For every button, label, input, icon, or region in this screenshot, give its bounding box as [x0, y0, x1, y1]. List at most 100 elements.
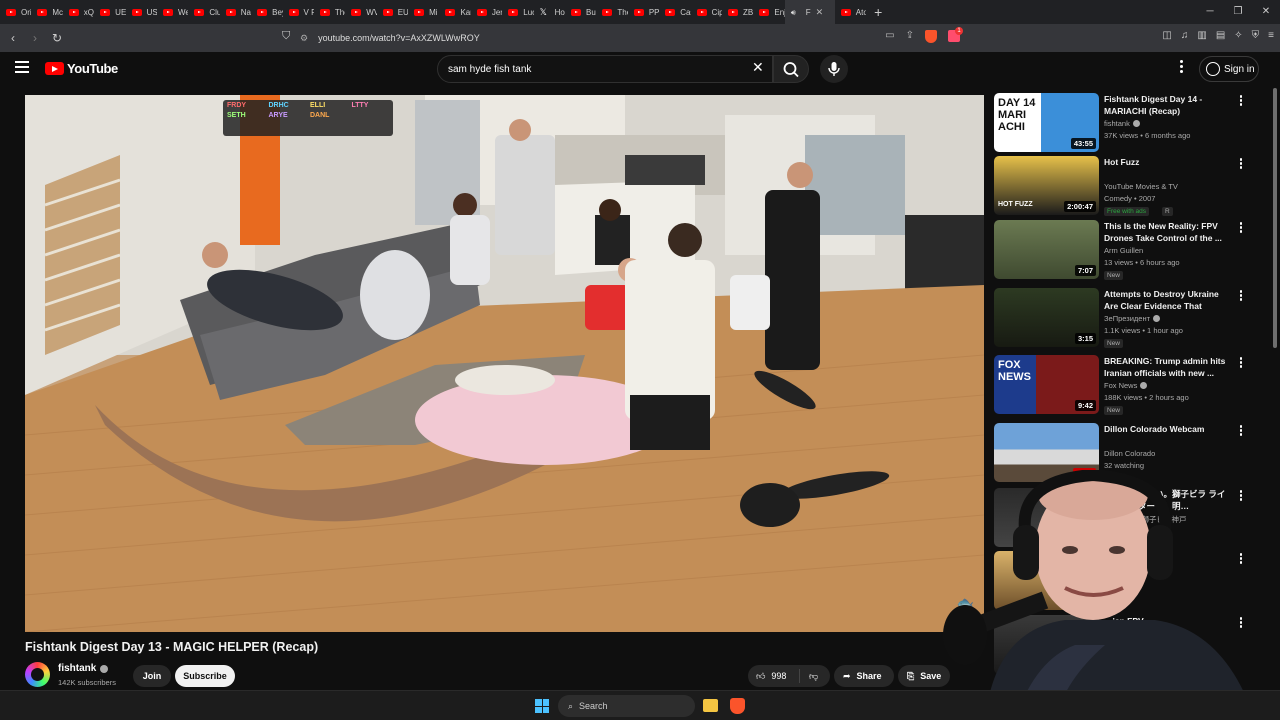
browser-tab[interactable]: V F — [283, 0, 314, 24]
recommendation-title[interactable]: Attempts to Destroy Ukraine Are Clear Ev… — [1104, 288, 1232, 312]
search-button[interactable] — [773, 55, 809, 83]
brave-browser-icon[interactable] — [730, 698, 745, 714]
browser-tab[interactable]: WV — [345, 0, 377, 24]
join-button[interactable]: Join — [133, 665, 171, 687]
browser-tab[interactable]: Clu — [188, 0, 220, 24]
browser-tab[interactable]: PPI — [628, 0, 659, 24]
more-actions-icon[interactable] — [1238, 357, 1244, 369]
guide-menu-icon[interactable] — [15, 61, 29, 73]
recommendation-title[interactable]: Dillon Colorado Webcam — [1104, 423, 1232, 435]
reading-list-icon[interactable]: ▥ — [1197, 30, 1206, 41]
address-bar[interactable]: ⚙ youtube.com/watch?v=AxXZWLWwROY — [300, 28, 1120, 48]
more-actions-icon[interactable] — [1238, 95, 1244, 107]
browser-tab[interactable]: The — [314, 0, 345, 24]
taskbar-search[interactable]: ⌕ Search — [558, 695, 695, 717]
sidebar-toggle-icon[interactable]: ◫ — [1162, 30, 1171, 41]
browser-tab[interactable]: We — [157, 0, 188, 24]
youtube-logo[interactable]: YouTube — [45, 61, 118, 76]
browser-tab[interactable]: Bus — [565, 0, 596, 24]
brave-rewards-icon[interactable] — [948, 27, 963, 42]
site-settings-icon[interactable]: ⚙ — [300, 33, 308, 44]
subscribe-button[interactable]: Subscribe — [175, 665, 235, 687]
video-thumbnail[interactable]: DAY 14 MARI ACHI 43:55 — [994, 93, 1099, 152]
browser-tab[interactable]: xQ — [63, 0, 94, 24]
clear-search-icon[interactable]: ✕ — [752, 60, 764, 74]
video-thumbnail[interactable]: 3:15 — [994, 288, 1099, 347]
search-input[interactable]: sam hyde fish tank — [437, 55, 773, 83]
video-player[interactable]: FRDY DRHC ELLI LTTY SETH ARYE DANL 🐟 — [25, 95, 984, 632]
browser-tab[interactable]: 𝕏 Ho — [534, 0, 565, 24]
browser-tab[interactable]: Cas — [659, 0, 691, 24]
recommendation-item[interactable]: 3:15 Attempts to Destroy Ukraine Are Clea… — [994, 288, 1254, 348]
browser-tab[interactable]: Jer — [471, 0, 502, 24]
recommendation-channel[interactable]: Dillon Colorado — [1104, 449, 1155, 458]
recommendation-channel[interactable]: YouTube Movies & TV — [1104, 182, 1178, 191]
menu-icon[interactable]: ≡ — [1268, 30, 1274, 41]
video-thumbnail[interactable]: 7:07 — [994, 220, 1099, 279]
recommendation-title[interactable]: Fishtank Digest Day 14 - MARIACHI (Recap… — [1104, 93, 1232, 117]
new-tab-icon[interactable]: + — [866, 4, 890, 20]
browser-tab[interactable]: Bey — [251, 0, 283, 24]
recommendation-channel[interactable]: fishtank — [1104, 119, 1140, 128]
recommendation-channel[interactable]: Arm Guillen — [1104, 246, 1143, 255]
windows-start-icon[interactable] — [535, 699, 549, 713]
vpn-icon[interactable]: ⛨ — [1252, 30, 1260, 41]
media-icon[interactable]: ♫ — [1181, 30, 1189, 41]
share-button[interactable]: ➦ Share — [834, 665, 894, 687]
like-button[interactable]: 👍︎ 998 — [748, 669, 800, 683]
bookmark-icon[interactable]: ⛉ — [282, 30, 290, 43]
channel-avatar[interactable] — [25, 662, 50, 687]
recommendation-title[interactable]: BREAKING: Trump admin hits Iranian offic… — [1104, 355, 1232, 379]
browser-tab[interactable]: The — [596, 0, 628, 24]
browser-tab[interactable]: Enj — [753, 0, 785, 24]
file-explorer-icon[interactable] — [703, 699, 718, 712]
browser-tab[interactable]: Ori — [0, 0, 31, 24]
more-actions-icon[interactable] — [1238, 222, 1244, 234]
channel-name[interactable]: fishtank — [58, 663, 109, 674]
forward-icon[interactable]: › — [26, 31, 44, 45]
browser-tab[interactable]: Mc — [31, 0, 63, 24]
share-page-icon[interactable]: ⇪ — [906, 30, 914, 43]
browser-tab[interactable]: 🔊︎ F ✕ — [784, 0, 835, 24]
brave-shields-icon[interactable] — [925, 30, 937, 43]
browser-tab[interactable]: US — [126, 0, 157, 24]
browser-tab[interactable]: Ato — [835, 0, 866, 24]
close-window-icon[interactable]: ✕ — [1252, 0, 1280, 24]
video-thumbnail[interactable]: HOT FUZZ 2:00:47 — [994, 156, 1099, 215]
browser-tab[interactable]: Na — [220, 0, 251, 24]
sign-in-button[interactable]: Sign in — [1199, 56, 1259, 82]
more-actions-icon[interactable] — [1238, 290, 1244, 302]
cast-icon[interactable]: ▭ — [885, 30, 894, 43]
browser-tab[interactable]: Luc — [502, 0, 534, 24]
minimize-icon[interactable]: ─ — [1196, 0, 1224, 24]
browser-tab[interactable]: EU — [377, 0, 408, 24]
dislike-button[interactable]: 👎︎ — [800, 671, 818, 682]
recommendation-meta: Comedy • 2007 — [1104, 194, 1156, 203]
browser-tab[interactable]: ZB — [722, 0, 753, 24]
recommendation-channel[interactable]: ЗеПрезидент — [1104, 314, 1161, 323]
recommendation-item[interactable]: 7:07 This Is the New Reality: FPV Drones … — [994, 220, 1254, 280]
browser-tab[interactable]: UE — [94, 0, 126, 24]
close-tab-icon[interactable]: ✕ — [816, 7, 824, 18]
settings-menu-icon[interactable] — [1176, 60, 1186, 78]
leo-ai-icon[interactable]: ✧ — [1234, 30, 1242, 41]
more-actions-icon[interactable] — [1238, 425, 1244, 437]
video-thumbnail[interactable]: FOX NEWS 9:42 — [994, 355, 1099, 414]
restore-icon[interactable]: ❐ — [1224, 0, 1252, 24]
more-actions-icon[interactable] — [1238, 158, 1244, 170]
recommendation-item[interactable]: FOX NEWS 9:42 BREAKING: Trump admin hits I… — [994, 355, 1254, 415]
youtube-favicon-icon — [257, 8, 268, 16]
recommendation-title[interactable]: This Is the New Reality: FPV Drones Take… — [1104, 220, 1232, 244]
recommendation-item[interactable]: DAY 14 MARI ACHI 43:55 Fishtank Digest Day… — [994, 93, 1254, 153]
recommendation-item[interactable]: HOT FUZZ 2:00:47 Hot Fuzz YouTube Movies & … — [994, 156, 1254, 216]
voice-search-button[interactable] — [820, 55, 848, 83]
browser-tab[interactable]: Mi — [408, 0, 439, 24]
reload-icon[interactable]: ↻ — [48, 31, 66, 45]
browser-tab[interactable]: Cip — [691, 0, 722, 24]
back-icon[interactable]: ‹ — [4, 31, 22, 45]
recommendation-title[interactable]: Hot Fuzz — [1104, 156, 1232, 168]
recommendation-channel[interactable]: Fox News — [1104, 381, 1148, 390]
browser-tab[interactable]: Kar — [439, 0, 471, 24]
scrollbar-thumb[interactable] — [1273, 88, 1277, 348]
wallet-icon[interactable]: ▤ — [1216, 30, 1225, 41]
